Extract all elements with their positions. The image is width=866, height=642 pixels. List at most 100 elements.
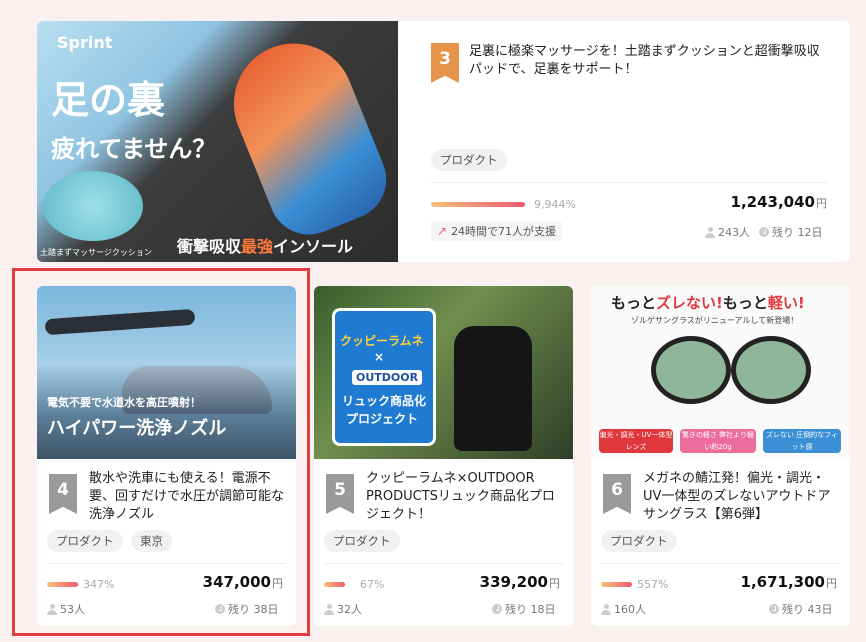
- image-feature-3: ズレない 圧倒的なフィット感: [763, 429, 841, 453]
- tag-category[interactable]: プロダクト: [47, 530, 123, 552]
- image-headline-d: 軽い!: [767, 294, 805, 312]
- project-card-5[interactable]: クッピーラムネ × OUTDOOR リュック商品化 プロジェクト 5 クッピーラ…: [314, 286, 573, 626]
- image-headline-a: もっと: [611, 294, 657, 312]
- funded-amount: 1,671,300円: [701, 573, 837, 591]
- divider: [601, 563, 840, 564]
- funded-amount-value: 1,671,300: [740, 573, 825, 591]
- remaining-days: 残り 38日: [215, 601, 279, 617]
- image-headline-1: 足の裏: [51, 78, 166, 122]
- glasses-lens-right: [731, 336, 811, 404]
- person-icon: [324, 603, 334, 615]
- image-line-2: ハイパワー洗浄ノズル: [47, 418, 227, 439]
- cushion-shape: [43, 171, 143, 241]
- rank-badge: 6: [603, 474, 631, 514]
- divider: [47, 563, 286, 564]
- clock-icon: [759, 227, 769, 237]
- supporters: 32人: [324, 601, 362, 617]
- brand-logo: Sprint: [57, 33, 113, 52]
- image-caption-prefix: 衝撃吸収: [177, 237, 242, 256]
- project-image-insole[interactable]: Sprint 足の裏 疲れてません？ 土踏まずマッサージクッション 衝撃吸収最強…: [37, 21, 398, 262]
- image-headline-2: 疲れてません？: [51, 135, 217, 163]
- project-title[interactable]: クッピーラムネ×OUTDOOR PRODUCTSリュック商品化プロジェクト！: [366, 470, 566, 524]
- funded-amount: 339,200円: [424, 573, 560, 591]
- project-title[interactable]: 足裏に極楽マッサージを！土踏まずクッションと超衝撃吸収パッドで、足裏をサポート！: [469, 43, 829, 79]
- clock-icon: [769, 604, 779, 614]
- rank-badge: 3: [431, 43, 459, 83]
- image-headline: もっとズレない!もっと軽い!: [611, 292, 805, 313]
- remaining-days-text: 残り 43日: [782, 603, 833, 616]
- clock-icon: [215, 604, 225, 614]
- divider: [431, 182, 828, 183]
- tag-category[interactable]: プロダクト: [431, 149, 507, 171]
- funded-amount-value: 1,243,040: [730, 193, 815, 211]
- image-caption: 衝撃吸収最強インソール: [177, 233, 353, 257]
- image-line-2: プロジェクト: [346, 412, 419, 426]
- image-brand-2: OUTDOOR: [352, 370, 423, 385]
- supporters: 53人: [47, 601, 85, 617]
- tag-category[interactable]: プロダクト: [601, 530, 677, 552]
- progress-bar: [431, 202, 525, 207]
- image-feature-2: 驚きの軽さ 弊社より軽い約20g: [680, 429, 756, 453]
- person-icon: [47, 603, 57, 615]
- remaining-days-text: 残り 38日: [228, 603, 279, 616]
- image-caption-small: 土踏まずマッサージクッション: [40, 248, 152, 257]
- yen-unit: 円: [826, 577, 837, 590]
- supporters-count: 32人: [337, 603, 362, 616]
- project-card-4[interactable]: 電気不要で水道水を高圧噴射！ ハイパワー洗浄ノズル 4 散水や洗車にも使える！電…: [37, 286, 296, 626]
- backpack-shape: [454, 326, 532, 451]
- image-line-1: リュック商品化: [342, 394, 427, 408]
- funded-amount-value: 347,000: [202, 573, 271, 591]
- yen-unit: 円: [816, 197, 827, 210]
- image-times: ×: [374, 350, 385, 364]
- person-icon: [601, 603, 611, 615]
- yen-unit: 円: [272, 577, 283, 590]
- progress-bar: [324, 582, 345, 587]
- trend-badge: ↗ 24時間で71人が支援: [431, 221, 563, 241]
- supporters: 160人: [601, 601, 646, 617]
- funded-amount: 347,000円: [147, 573, 283, 591]
- supporters-count: 53人: [60, 603, 85, 616]
- supporters-count: 160人: [614, 603, 646, 616]
- progress-bar: [47, 582, 78, 587]
- progress-percent: 67%: [360, 578, 385, 591]
- tag-location[interactable]: 東京: [131, 530, 172, 552]
- image-caption-accent: 最強: [241, 237, 274, 256]
- person-icon: [705, 226, 715, 238]
- image-brand: クッピーラムネ: [340, 334, 424, 348]
- image-sub: ゾルゲサングラスがリニューアルして新登場！: [631, 316, 799, 325]
- project-card-3[interactable]: Sprint 足の裏 疲れてません？ 土踏まずマッサージクッション 衝撃吸収最強…: [37, 21, 850, 262]
- project-image-nozzle[interactable]: 電気不要で水道水を高圧噴射！ ハイパワー洗浄ノズル: [37, 286, 296, 459]
- progress-percent: 347%: [83, 578, 115, 591]
- project-image-sunglasses[interactable]: もっとズレない!もっと軽い! ゾルゲサングラスがリニューアルして新登場！ 偏光・…: [591, 286, 850, 459]
- project-title[interactable]: 散水や洗車にも使える！電源不要、回すだけで水圧が調節可能な洗浄ノズル: [89, 470, 289, 524]
- trend-text: 24時間で71人が支援: [451, 225, 557, 238]
- glasses-lens-left: [651, 336, 731, 404]
- image-feature-1: 偏光・調光・UV一体型レンズ: [599, 429, 673, 453]
- image-headline-c: もっと: [722, 294, 768, 312]
- remaining-days-text: 残り 12日: [772, 226, 823, 239]
- project-card-6[interactable]: もっとズレない!もっと軽い! ゾルゲサングラスがリニューアルして新登場！ 偏光・…: [591, 286, 850, 626]
- supporters-count: 243人: [718, 226, 750, 239]
- clock-icon: [492, 604, 502, 614]
- trend-up-icon: ↗: [437, 224, 448, 238]
- tag-category[interactable]: プロダクト: [324, 530, 400, 552]
- progress-percent: 557%: [637, 578, 669, 591]
- remaining-days: 残り 18日: [492, 601, 556, 617]
- nozzle-shape: [44, 308, 196, 336]
- image-line-1: 電気不要で水道水を高圧噴射！: [47, 396, 201, 409]
- progress-bar: [601, 582, 632, 587]
- yen-unit: 円: [549, 577, 560, 590]
- remaining-days: 残り 12日: [759, 224, 823, 240]
- funded-amount: 1,243,040円: [677, 193, 827, 211]
- remaining-days-text: 残り 18日: [505, 603, 556, 616]
- rank-badge: 4: [49, 474, 77, 514]
- insole-shape: [215, 25, 398, 247]
- project-image-backpack[interactable]: クッピーラムネ × OUTDOOR リュック商品化 プロジェクト: [314, 286, 573, 459]
- remaining-days: 残り 43日: [769, 601, 833, 617]
- supporters: 243人: [705, 224, 750, 240]
- funded-amount-value: 339,200: [479, 573, 548, 591]
- progress-percent: 9,944%: [534, 198, 576, 211]
- image-headline-b: ズレない!: [656, 294, 723, 312]
- project-title[interactable]: メガネの鯖江発！偏光・調光・UV一体型のズレないアウトドアサングラス【第6弾】: [643, 470, 843, 524]
- image-caption-suffix: インソール: [273, 237, 354, 256]
